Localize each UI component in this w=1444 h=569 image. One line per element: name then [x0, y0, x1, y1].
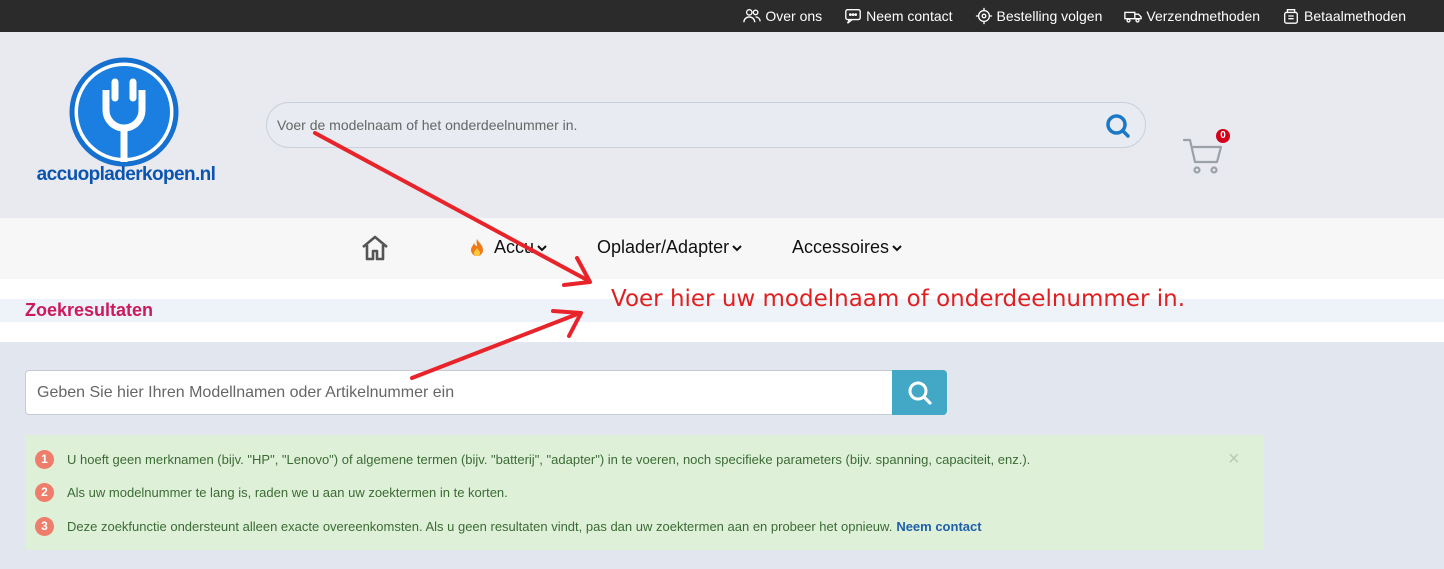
track-order-link[interactable]: Bestelling volgen	[975, 7, 1103, 25]
annotation-text: Voer hier uw modelnaam of onderdeelnumme…	[611, 286, 1186, 312]
nav-item-accu[interactable]: Accu	[468, 237, 548, 258]
close-icon[interactable]: ×	[1228, 448, 1240, 471]
nav-item-accu-label: Accu	[494, 237, 535, 257]
nav-item-charger[interactable]: Oplader/Adapter	[597, 237, 743, 258]
site-logo[interactable]: accuopladerkopen.nl	[36, 56, 216, 196]
contact-label: Neem contact	[866, 8, 953, 24]
page-title: Zoekresultaten	[25, 300, 154, 320]
chevron-down-icon	[732, 244, 742, 251]
chevron-down-icon	[537, 244, 547, 251]
header-search-input[interactable]	[277, 103, 1097, 147]
main-nav: Accu Oplader/Adapter Accessoires	[0, 218, 1444, 279]
contact-link[interactable]: Neem contact	[844, 7, 953, 25]
tip-text: Als uw modelnummer te lang is, raden we …	[67, 485, 508, 500]
contact-link-inline[interactable]: Neem contact	[896, 519, 981, 534]
search-icon	[908, 381, 932, 405]
nav-item-charger-label: Oplader/Adapter	[597, 237, 730, 257]
header-search-bar	[266, 102, 1146, 148]
chevron-down-icon	[892, 244, 902, 251]
home-icon[interactable]	[360, 234, 390, 262]
tip-text: Deze zoekfunctie ondersteunt alleen exac…	[67, 519, 893, 534]
tip-item-3: 3 Deze zoekfunctie ondersteunt alleen ex…	[35, 517, 982, 536]
chat-icon	[845, 9, 862, 24]
flame-icon	[471, 238, 483, 256]
users-icon	[743, 9, 762, 23]
truck-icon	[1124, 11, 1143, 23]
tip-number-badge: 3	[35, 517, 54, 536]
tip-number-badge: 1	[35, 450, 54, 469]
payment-link[interactable]: Betaalmethoden	[1282, 7, 1406, 25]
nav-item-accessories-label: Accessoires	[792, 237, 890, 257]
shipping-label: Verzendmethoden	[1146, 8, 1261, 24]
site-header: accuopladerkopen.nl 0	[0, 32, 1444, 218]
nav-item-accessories[interactable]: Accessoires	[792, 237, 903, 258]
plug-logo-icon	[69, 57, 179, 167]
shipping-link[interactable]: Verzendmethoden	[1124, 7, 1260, 25]
tip-text: U hoeft geen merknamen (bijv. "HP", "Len…	[67, 452, 1031, 467]
main-search-input[interactable]	[26, 371, 892, 414]
tip-item-1: 1 U hoeft geen merknamen (bijv. "HP", "L…	[35, 450, 1030, 469]
wallet-icon	[1284, 9, 1299, 24]
track-order-label: Bestelling volgen	[996, 8, 1103, 24]
tip-number-badge: 2	[35, 483, 54, 502]
about-us-link[interactable]: Over ons	[743, 7, 822, 25]
cart-count-badge: 0	[1216, 129, 1230, 143]
search-tips-alert: 1 U hoeft geen merknamen (bijv. "HP", "L…	[25, 435, 1264, 550]
top-links: Over ons Neem contact Bestelling volgen …	[743, 0, 1406, 32]
payment-label: Betaalmethoden	[1304, 8, 1406, 24]
logo-text: accuopladerkopen.nl	[36, 164, 216, 185]
tip-item-2: 2 Als uw modelnummer te lang is, raden w…	[35, 483, 508, 502]
about-us-label: Over ons	[765, 8, 823, 24]
search-icon[interactable]	[1105, 113, 1131, 139]
main-search-field	[25, 370, 893, 415]
main-search-button[interactable]	[892, 370, 947, 415]
top-bar: Over ons Neem contact Bestelling volgen …	[0, 0, 1444, 32]
cart-icon[interactable]	[1182, 136, 1224, 176]
location-icon	[975, 7, 992, 25]
